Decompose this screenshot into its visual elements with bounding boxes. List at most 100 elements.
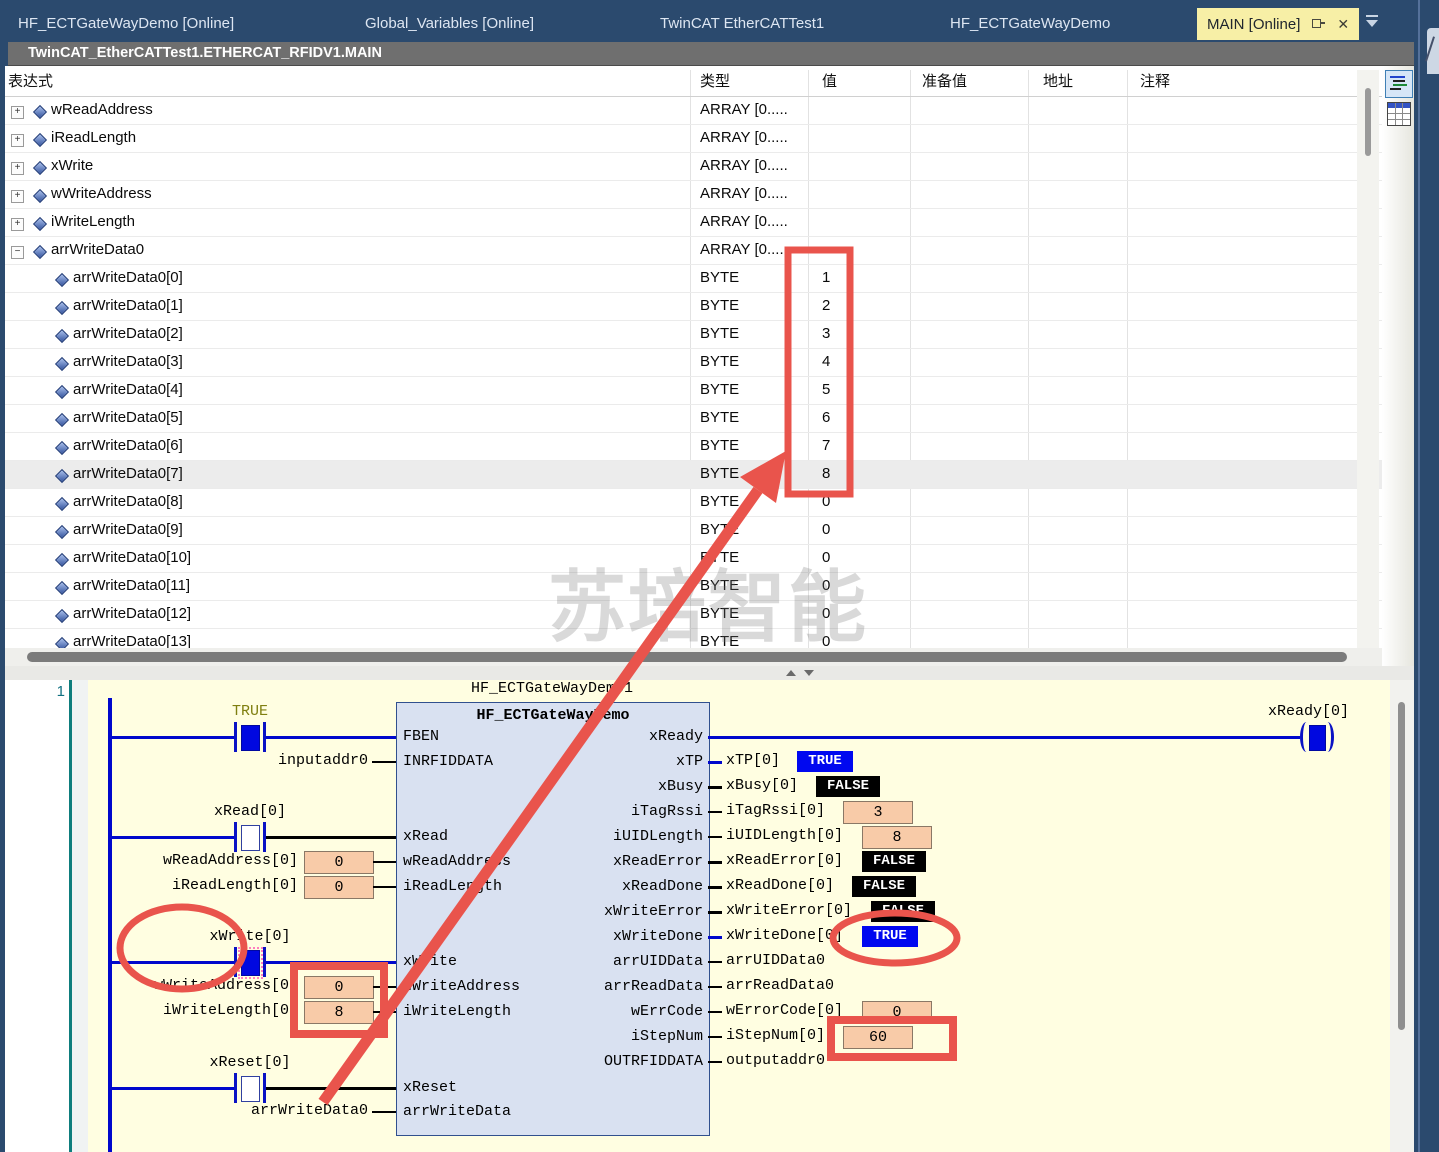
variable-icon <box>55 581 69 595</box>
variable-icon <box>33 245 47 259</box>
input-value-box[interactable]: 0 <box>304 976 374 999</box>
column-header-0[interactable]: 表达式 <box>8 70 53 97</box>
column-header-5[interactable]: 注释 <box>1140 70 1170 97</box>
column-header-2[interactable]: 值 <box>822 70 837 97</box>
table-vertical-scrollbar[interactable] <box>1357 70 1379 648</box>
variable-icon <box>33 189 47 203</box>
variable-icon <box>55 441 69 455</box>
expand-plus-icon[interactable]: + <box>11 190 24 203</box>
value-cell: 0 <box>822 493 830 510</box>
tab-main-online-[interactable]: MAIN [Online]✕ <box>1197 8 1359 40</box>
variable-icon <box>55 469 69 483</box>
input-value-box[interactable]: 8 <box>304 1001 374 1024</box>
value-cell: 6 <box>822 409 830 426</box>
declaration-implementation-splitter[interactable] <box>5 666 1414 680</box>
output-stub <box>708 1036 722 1038</box>
table-row[interactable]: arrWriteData0[7]BYTE8 <box>5 461 1382 489</box>
expand-plus-icon[interactable]: + <box>11 162 24 175</box>
input-value-box[interactable]: 0 <box>304 876 374 899</box>
splitter-down-arrow-icon[interactable] <box>804 670 814 676</box>
table-row[interactable]: arrWriteData0[8]BYTE0 <box>5 489 1382 517</box>
contact-bar-left <box>234 1073 237 1103</box>
table-row[interactable]: −arrWriteData0ARRAY [0..... <box>5 237 1382 265</box>
fb-output-pin-itagrssi: iTagRssi <box>631 803 703 820</box>
operand-connector <box>373 861 396 863</box>
table-view-icon[interactable] <box>1387 102 1411 126</box>
table-row[interactable]: +wReadAddressARRAY [0..... <box>5 97 1382 125</box>
tab-overflow-dropdown-icon[interactable] <box>1360 12 1386 34</box>
contact-xreset-0-[interactable] <box>234 1073 266 1103</box>
output-operand-label: iStepNum[0] <box>726 1027 825 1044</box>
table-row[interactable]: arrWriteData0[0]BYTE1 <box>5 265 1382 293</box>
output-value-box[interactable]: 60 <box>843 1026 913 1049</box>
rung-wire-in <box>112 1087 234 1090</box>
tab-twincat-ethercattest1[interactable]: TwinCAT EtherCATTest1 <box>650 8 834 40</box>
fb-output-pin-arruiddata: arrUIDData <box>613 953 703 970</box>
contact-xwrite-0-[interactable] <box>234 947 266 977</box>
pin-icon[interactable] <box>1312 16 1325 29</box>
close-tab-icon[interactable]: ✕ <box>1337 8 1349 40</box>
expand-plus-icon[interactable]: + <box>11 218 24 231</box>
fb-output-pin-xbusy: xBusy <box>658 778 703 795</box>
contact-true[interactable] <box>234 722 266 752</box>
table-row[interactable]: +iReadLengthARRAY [0..... <box>5 125 1382 153</box>
column-header-3[interactable]: 准备值 <box>922 70 967 97</box>
contact-bar-left <box>234 722 237 752</box>
contact-state-box <box>241 825 260 851</box>
operand-connector <box>373 986 396 988</box>
table-row[interactable]: arrWriteData0[9]BYTE0 <box>5 517 1382 545</box>
type-cell: ARRAY [0..... <box>700 101 788 118</box>
fbd-canvas[interactable]: HF_ECTGateWayDemo1 HF_ECTGateWayDemo FBE… <box>88 680 1390 1152</box>
value-cell: 3 <box>822 325 830 342</box>
output-operand-label: arrReadData0 <box>726 977 834 994</box>
twincat-window: HF_ECTGateWayDemo [Online] Global_Variabl… <box>0 0 1439 1152</box>
column-header-4[interactable]: 地址 <box>1043 70 1073 97</box>
output-value-box[interactable]: 0 <box>862 1001 932 1024</box>
type-cell: BYTE <box>700 465 739 482</box>
input-operand-label: inputaddr0 <box>128 752 368 769</box>
table-row[interactable]: arrWriteData0[1]BYTE2 <box>5 293 1382 321</box>
expand-plus-icon[interactable]: + <box>11 106 24 119</box>
splitter-up-arrow-icon[interactable] <box>786 670 796 676</box>
tab-global-variables-online-[interactable]: Global_Variables [Online] <box>355 8 544 40</box>
fbd-vertical-scrollbar[interactable] <box>1390 680 1414 1152</box>
expression-cell: arrWriteData0[5] <box>73 409 183 426</box>
tab-hf-ectgatewaydemo-online-[interactable]: HF_ECTGateWayDemo [Online] <box>8 8 244 40</box>
table-row[interactable]: arrWriteData0[3]BYTE4 <box>5 349 1382 377</box>
fb-input-pin-inrfiddata: INRFIDDATA <box>403 753 493 770</box>
expression-cell: arrWriteData0[7] <box>73 465 183 482</box>
coil-xready[interactable] <box>1300 722 1334 752</box>
table-row[interactable]: +xWriteARRAY [0..... <box>5 153 1382 181</box>
left-power-rail <box>108 698 112 1152</box>
table-row[interactable]: arrWriteData0[2]BYTE3 <box>5 321 1382 349</box>
table-row[interactable]: +iWriteLengthARRAY [0..... <box>5 209 1382 237</box>
column-header-1[interactable]: 类型 <box>700 70 730 97</box>
output-value-box[interactable]: 8 <box>862 826 932 849</box>
tab-hf-ectgatewaydemo[interactable]: HF_ECTGateWayDemo <box>940 8 1120 40</box>
function-block[interactable]: HF_ECTGateWayDemo FBENINRFIDDATAxReadwRe… <box>396 702 710 1136</box>
input-value-box[interactable]: 0 <box>304 851 374 874</box>
table-row[interactable]: arrWriteData0[5]BYTE6 <box>5 405 1382 433</box>
table-row[interactable]: arrWriteData0[4]BYTE5 <box>5 377 1382 405</box>
fbd-vscroll-thumb[interactable] <box>1398 702 1405 1030</box>
fb-output-pin-iuidlength: iUIDLength <box>613 828 703 845</box>
table-vscroll-thumb[interactable] <box>1365 88 1371 156</box>
output-operand-label: wErrorCode[0] <box>726 1002 843 1019</box>
fb-input-pin-wwriteaddress: wWriteAddress <box>403 978 520 995</box>
type-cell: BYTE <box>700 325 739 342</box>
declaration-view-icon[interactable] <box>1385 70 1413 98</box>
output-operand-label: xBusy[0] <box>726 777 798 794</box>
operand-connector <box>372 761 396 763</box>
table-row[interactable]: +wWriteAddressARRAY [0..... <box>5 181 1382 209</box>
output-stub <box>708 986 722 988</box>
expand-plus-icon[interactable]: + <box>11 134 24 147</box>
contact-xread-0-[interactable] <box>234 822 266 852</box>
output-operand-label: iTagRssi[0] <box>726 802 825 819</box>
collapse-minus-icon[interactable]: − <box>11 246 24 259</box>
output-value-box[interactable]: 3 <box>843 801 913 824</box>
contact-state-box <box>241 950 260 976</box>
coil-wire <box>708 736 1300 739</box>
table-row[interactable]: arrWriteData0[6]BYTE7 <box>5 433 1382 461</box>
expression-cell: arrWriteData0[12] <box>73 605 191 622</box>
operand-connector <box>372 1111 396 1113</box>
